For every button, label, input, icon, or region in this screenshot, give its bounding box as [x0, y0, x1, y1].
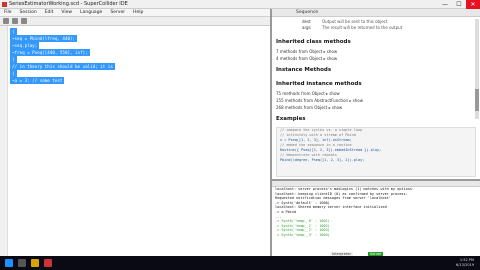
help-link[interactable]: 7 methods from Object ▸ show: [276, 49, 337, 54]
section-title: Instance Methods: [276, 67, 332, 73]
post-line-result: -> Synth('temp__3' : 1004): [275, 232, 330, 237]
help-header: Sequence: [272, 9, 480, 17]
section-title: Inherited instance methods: [276, 81, 362, 87]
menu-session[interactable]: Session: [20, 9, 37, 16]
menu-language[interactable]: Language: [80, 9, 102, 16]
clock-date: 6/13/2019: [456, 263, 474, 267]
help-row-value: The result will be returned to the outpu…: [322, 25, 403, 30]
help-row-value: Output will be sent to this object: [322, 19, 388, 24]
menu-help[interactable]: Help: [133, 9, 143, 16]
section-title: Inherited class methods: [276, 39, 351, 45]
help-scrollbar[interactable]: [475, 19, 479, 119]
scrollbar-thumb[interactable]: [475, 89, 479, 111]
code-line[interactable]: ~freq = Pseq([440, 550], inf);: [10, 49, 90, 56]
supercollider-icon[interactable]: [44, 259, 52, 267]
code-line[interactable]: ~seq.play;: [10, 42, 40, 49]
toolbar: [0, 17, 270, 26]
examples-title: Examples: [276, 116, 306, 122]
post-window[interactable]: localhost: server process's maxLogins (1…: [270, 179, 480, 256]
menu-file[interactable]: File: [4, 9, 12, 16]
start-icon[interactable]: [5, 259, 13, 267]
help-link[interactable]: 4 methods from Object ▸ show: [276, 56, 337, 61]
menu-edit[interactable]: Edit: [45, 9, 54, 16]
help-browser: Sequence dest Output will be sent to thi…: [270, 9, 480, 179]
menu-server[interactable]: Server: [110, 9, 125, 16]
maximize-button[interactable]: ☐: [452, 0, 466, 9]
help-link[interactable]: 155 methods from AbstractFunction ▸ show: [276, 98, 363, 103]
app-icon: [2, 2, 7, 7]
line-gutter: [0, 26, 8, 256]
clock[interactable]: 1:52 PM 6/13/2019: [456, 258, 474, 268]
search-icon[interactable]: [18, 259, 26, 267]
code-editor[interactable]: ( ~seq = Pbind(\freq, 440); ~seq.play; ~…: [0, 26, 270, 256]
close-button[interactable]: ✕: [466, 0, 480, 9]
code-line[interactable]: (: [10, 70, 17, 77]
menu-bar: File Session Edit View Language Server H…: [0, 9, 270, 17]
window-controls: — ☐ ✕: [438, 0, 480, 9]
help-link[interactable]: 268 methods from Object ▸ show: [276, 105, 342, 110]
help-row-key: args: [302, 25, 311, 30]
title-bar: SeriesEstimatorWorking.scd - SuperCollid…: [0, 0, 480, 9]
help-row-key: dest: [302, 19, 311, 24]
window-title: SeriesEstimatorWorking.scd - SuperCollid…: [9, 1, 128, 7]
code-line[interactable]: ~seq = Pbind(\freq, 440);: [10, 35, 78, 42]
example-code: Pbind(\degree, Pseq([1, 2, 3], 2)).play;: [280, 158, 365, 162]
code-line[interactable]: ~a = 3; // some test: [10, 77, 65, 84]
code-line[interactable]: (: [10, 28, 17, 35]
desktop: SeriesEstimatorWorking.scd - SuperCollid…: [0, 0, 480, 270]
examples-code-block[interactable]: // compare the cycles vs. a simple loop …: [276, 127, 476, 177]
save-icon[interactable]: [21, 18, 27, 24]
open-file-icon[interactable]: [12, 18, 18, 24]
folder-icon[interactable]: [31, 259, 39, 267]
help-link[interactable]: 75 methods from Object ▸ show: [276, 91, 340, 96]
menu-view[interactable]: View: [61, 9, 72, 16]
code-line[interactable]: // in theory this should be valid; it is: [10, 63, 115, 70]
code-line[interactable]: ): [10, 56, 17, 63]
minimize-button[interactable]: —: [438, 0, 452, 9]
taskbar: 1:52 PM 6/13/2019: [0, 256, 480, 270]
new-file-icon[interactable]: [3, 18, 9, 24]
